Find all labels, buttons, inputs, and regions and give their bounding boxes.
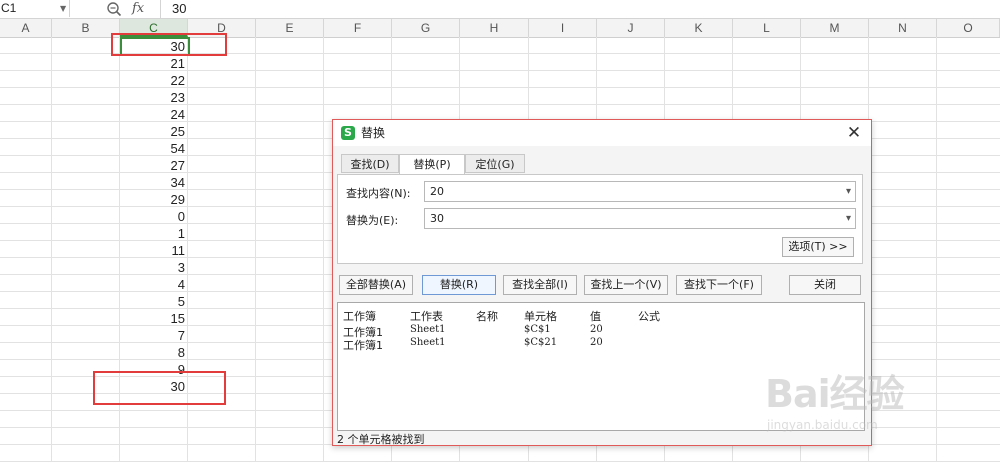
result-row-1-col-4[interactable]: $C$1 bbox=[524, 324, 551, 335]
cell-c16[interactable]: 5 bbox=[119, 293, 185, 310]
chevron-down-icon[interactable]: ▾ bbox=[846, 209, 851, 228]
cell-c5[interactable]: 24 bbox=[119, 106, 185, 123]
column-header-b[interactable]: B bbox=[52, 19, 120, 37]
chevron-down-icon[interactable]: ▼ bbox=[60, 0, 68, 17]
replace-input[interactable]: 30 ▾ bbox=[424, 208, 856, 229]
replace-label: 替换为(E): bbox=[346, 214, 399, 227]
cell-c6[interactable]: 25 bbox=[119, 123, 185, 140]
column-header-n[interactable]: N bbox=[869, 19, 937, 37]
replace-input-value: 30 bbox=[430, 212, 444, 225]
formula-input[interactable]: 30 bbox=[172, 0, 186, 17]
result-row-1-col-2[interactable]: Sheet1 bbox=[410, 324, 446, 335]
column-header-g[interactable]: G bbox=[392, 19, 460, 37]
options-button[interactable]: 选项(T) >> bbox=[782, 237, 854, 257]
cell-c12[interactable]: 1 bbox=[119, 225, 185, 242]
status-text: 2 个单元格被找到 bbox=[337, 433, 425, 446]
find-previous-button[interactable]: 查找上一个(V) bbox=[584, 275, 668, 295]
zoom-icon[interactable] bbox=[106, 1, 122, 17]
results-header-value: 值 bbox=[590, 310, 601, 323]
cell-c7[interactable]: 54 bbox=[119, 140, 185, 157]
result-row-2-col-1[interactable]: 工作簿1 bbox=[343, 337, 383, 353]
formula-bar: C1 ▼ fx 30 bbox=[0, 0, 1000, 19]
cell-c4[interactable]: 23 bbox=[119, 89, 185, 106]
column-header-e[interactable]: E bbox=[256, 19, 324, 37]
baidu-jingyan-watermark: Bai经验 jingyan.baidu.com bbox=[760, 360, 990, 450]
cell-c17[interactable]: 15 bbox=[119, 310, 185, 327]
cell-c19[interactable]: 8 bbox=[119, 344, 185, 361]
tab-replace[interactable]: 替换(P) bbox=[399, 154, 465, 175]
highlight-box-c1 bbox=[111, 33, 227, 56]
close-button[interactable]: 关闭 bbox=[789, 275, 861, 295]
find-input-value: 20 bbox=[430, 185, 444, 198]
grid-vline bbox=[51, 37, 52, 462]
fx-icon[interactable]: fx bbox=[132, 0, 144, 17]
result-row-2-col-4[interactable]: $C$21 bbox=[524, 337, 557, 348]
column-header-o[interactable]: O bbox=[937, 19, 1000, 37]
replace-button[interactable]: 替换(R) bbox=[422, 275, 496, 295]
results-header-formula: 公式 bbox=[638, 310, 660, 323]
column-header-h[interactable]: H bbox=[460, 19, 529, 37]
cell-c9[interactable]: 34 bbox=[119, 174, 185, 191]
close-icon[interactable]: ✕ bbox=[845, 123, 863, 143]
results-header-sheet: 工作表 bbox=[410, 310, 443, 323]
results-header-workbook: 工作簿 bbox=[343, 310, 376, 323]
watermark-brand: Bai经验 bbox=[765, 372, 905, 416]
results-header-name: 名称 bbox=[476, 310, 498, 323]
cell-c15[interactable]: 4 bbox=[119, 276, 185, 293]
column-header-l[interactable]: L bbox=[733, 19, 801, 37]
cell-c18[interactable]: 7 bbox=[119, 327, 185, 344]
result-row-2-col-5[interactable]: 20 bbox=[590, 337, 603, 348]
cell-c11[interactable]: 0 bbox=[119, 208, 185, 225]
replace-all-button[interactable]: 全部替换(A) bbox=[339, 275, 413, 295]
find-input[interactable]: 20 ▾ bbox=[424, 181, 856, 202]
name-box-value: C1 bbox=[1, 1, 17, 15]
wps-app-icon: S bbox=[341, 126, 355, 140]
tab-find[interactable]: 查找(D) bbox=[341, 154, 399, 173]
column-header-i[interactable]: I bbox=[529, 19, 597, 37]
find-label: 查找内容(N): bbox=[346, 187, 411, 200]
watermark-url: jingyan.baidu.com bbox=[767, 418, 878, 432]
column-header-f[interactable]: F bbox=[324, 19, 392, 37]
chevron-down-icon[interactable]: ▾ bbox=[846, 182, 851, 201]
cell-c3[interactable]: 22 bbox=[119, 72, 185, 89]
tab-goto[interactable]: 定位(G) bbox=[465, 154, 525, 173]
find-next-button[interactable]: 查找下一个(F) bbox=[676, 275, 762, 295]
grid-vline bbox=[255, 37, 256, 462]
column-header-m[interactable]: M bbox=[801, 19, 869, 37]
grid-vline bbox=[323, 37, 324, 462]
find-all-button[interactable]: 查找全部(I) bbox=[503, 275, 577, 295]
cell-c8[interactable]: 27 bbox=[119, 157, 185, 174]
dialog-title: 替换 bbox=[361, 126, 386, 140]
cell-c13[interactable]: 11 bbox=[119, 242, 186, 259]
column-header-k[interactable]: K bbox=[665, 19, 733, 37]
cell-c14[interactable]: 3 bbox=[119, 259, 185, 276]
formula-separator bbox=[160, 0, 161, 18]
results-header-cell: 单元格 bbox=[524, 310, 557, 323]
replace-panel: 查找内容(N): 20 ▾ 替换为(E): 30 ▾ 选项(T) >> bbox=[337, 174, 863, 264]
cell-c10[interactable]: 29 bbox=[119, 191, 185, 208]
highlight-box-c21 bbox=[93, 371, 226, 405]
dialog-titlebar[interactable]: S 替换 ✕ bbox=[333, 120, 871, 146]
cell-c2[interactable]: 21 bbox=[119, 55, 185, 72]
result-row-1-col-5[interactable]: 20 bbox=[590, 324, 603, 335]
result-row-2-col-2[interactable]: Sheet1 bbox=[410, 337, 446, 348]
column-header-a[interactable]: A bbox=[0, 19, 52, 37]
column-header-j[interactable]: J bbox=[597, 19, 665, 37]
